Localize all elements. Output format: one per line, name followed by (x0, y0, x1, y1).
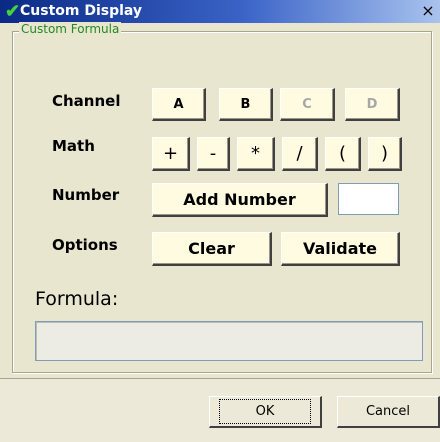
add-number-button[interactable]: Add Number (152, 183, 328, 217)
close-button[interactable]: × (420, 2, 436, 20)
window-title: Custom Display (20, 3, 143, 19)
divide-button[interactable]: / (282, 137, 318, 171)
multiply-button[interactable]: * (237, 137, 275, 171)
formula-display (35, 321, 423, 361)
plus-button[interactable]: + (152, 137, 190, 171)
close-paren-button[interactable]: ) (368, 137, 402, 171)
ok-button[interactable]: OK (209, 396, 322, 428)
channel-a-button[interactable]: A (152, 88, 206, 121)
number-input[interactable] (338, 183, 399, 215)
channel-c-button[interactable]: C (280, 88, 335, 121)
validate-button[interactable]: Validate (281, 232, 400, 266)
options-label: Options (52, 236, 118, 254)
ok-button-label: OK (218, 399, 312, 424)
minus-button[interactable]: - (197, 137, 230, 171)
number-label: Number (52, 186, 120, 204)
channel-d-button[interactable]: D (345, 88, 400, 121)
channel-label: Channel (52, 92, 121, 110)
channel-b-button[interactable]: B (219, 88, 273, 121)
check-icon: ✔ (5, 1, 21, 21)
math-label: Math (52, 137, 95, 155)
formula-label: Formula: (35, 288, 119, 310)
title-bar[interactable]: ✔ Custom Display × (0, 0, 440, 23)
open-paren-button[interactable]: ( (325, 137, 361, 171)
group-title: Custom Formula (19, 22, 122, 36)
cancel-button[interactable]: Cancel (337, 396, 440, 428)
clear-button[interactable]: Clear (152, 232, 272, 266)
